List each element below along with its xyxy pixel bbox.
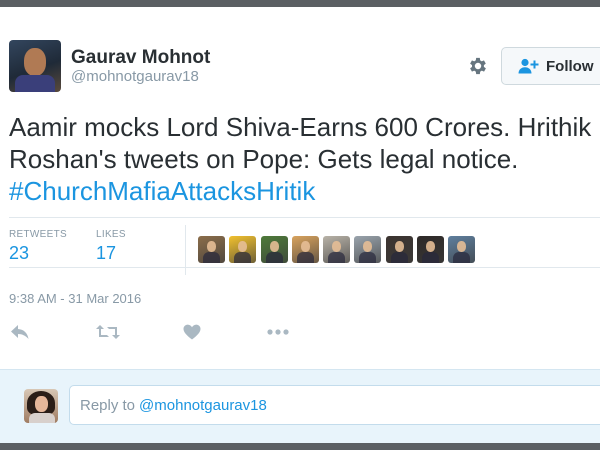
add-user-icon bbox=[518, 58, 539, 74]
reply-mention: @mohnotgaurav18 bbox=[139, 396, 267, 414]
reply-action[interactable] bbox=[10, 320, 30, 344]
bottom-edge-strip bbox=[0, 443, 600, 450]
reply-area: Reply to @mohnotgaurav18 bbox=[0, 369, 600, 443]
follow-button-label: Follow bbox=[546, 57, 594, 75]
stats-bottom-divider bbox=[9, 267, 600, 268]
author-avatar[interactable] bbox=[9, 40, 61, 92]
liker-avatar[interactable] bbox=[417, 236, 445, 263]
retweet-icon[interactable] bbox=[96, 324, 120, 340]
likes-count: 17 bbox=[96, 243, 117, 263]
more-action[interactable] bbox=[266, 320, 290, 344]
liker-avatar[interactable] bbox=[229, 236, 257, 263]
liker-avatar[interactable] bbox=[260, 236, 288, 263]
top-edge-strip bbox=[0, 0, 600, 7]
follow-button[interactable]: Follow bbox=[501, 47, 600, 85]
reply-input[interactable]: Reply to @mohnotgaurav18 bbox=[69, 385, 600, 425]
likes-label: LIKES bbox=[96, 229, 126, 240]
liker-avatar[interactable] bbox=[448, 236, 476, 263]
like-action[interactable] bbox=[183, 320, 201, 344]
author-display-name[interactable]: Gaurav Mohnot bbox=[71, 47, 210, 69]
retweets-label: RETWEETS bbox=[9, 229, 67, 240]
tweet-hashtag-link[interactable]: #ChurchMafiaAttacksHritik bbox=[9, 176, 315, 206]
tweet-text: Aamir mocks Lord Shiva-Earns 600 Crores.… bbox=[9, 111, 594, 207]
likes-stat[interactable]: LIKES 17 bbox=[96, 229, 126, 264]
like-icon[interactable] bbox=[183, 324, 201, 340]
liker-avatars bbox=[198, 236, 480, 263]
tweet-body: Aamir mocks Lord Shiva-Earns 600 Crores.… bbox=[9, 112, 592, 174]
liker-avatar[interactable] bbox=[354, 236, 382, 263]
retweets-count: 23 bbox=[9, 243, 30, 263]
liker-avatar[interactable] bbox=[198, 236, 225, 263]
liker-avatar[interactable] bbox=[323, 236, 351, 263]
author-handle[interactable]: @mohnotgaurav18 bbox=[71, 68, 199, 85]
stats-top-divider bbox=[9, 217, 600, 218]
reply-icon[interactable] bbox=[10, 324, 30, 340]
liker-avatar[interactable] bbox=[291, 236, 319, 263]
liker-avatar[interactable] bbox=[385, 236, 413, 263]
retweets-stat[interactable]: RETWEETS 23 bbox=[9, 229, 67, 264]
reply-placeholder-prefix: Reply to bbox=[80, 396, 136, 414]
tweet-card: Gaurav Mohnot @mohnotgaurav18 Follow Aam… bbox=[0, 7, 600, 369]
current-user-avatar bbox=[24, 389, 58, 423]
tweet-timestamp[interactable]: 9:38 AM - 31 Mar 2016 bbox=[9, 291, 141, 306]
gear-icon[interactable] bbox=[467, 55, 489, 77]
more-icon[interactable] bbox=[266, 328, 290, 336]
retweet-action[interactable] bbox=[96, 320, 120, 344]
